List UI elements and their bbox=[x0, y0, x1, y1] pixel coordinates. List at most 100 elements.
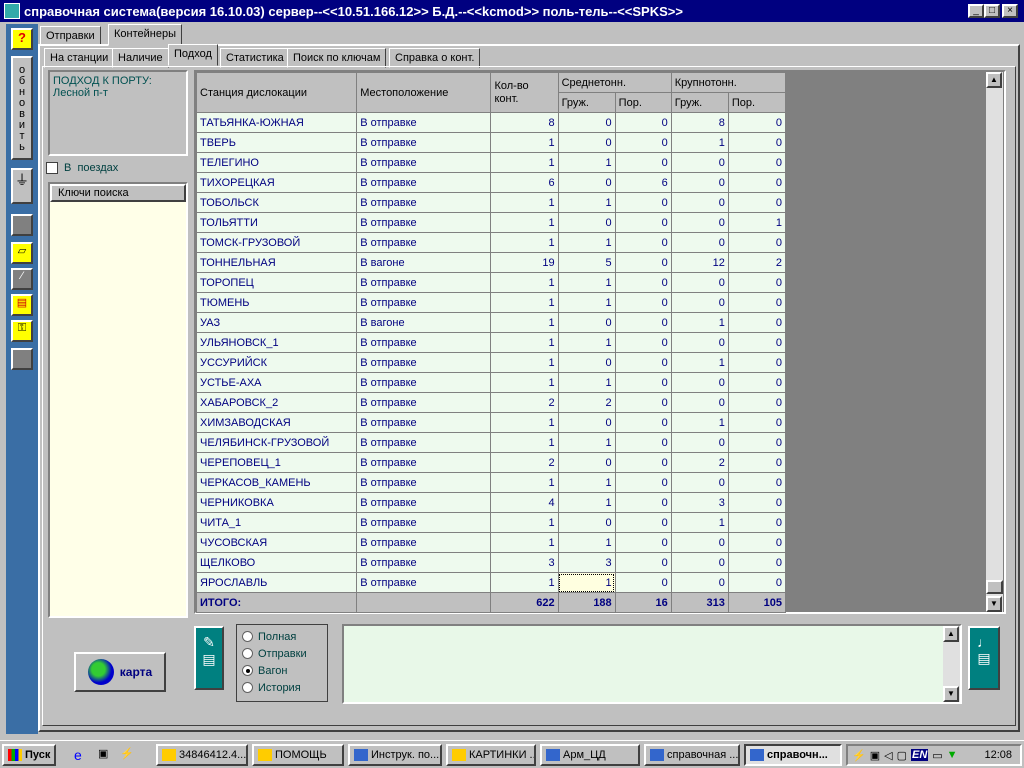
table-row[interactable]: ЧЕРЕПОВЕЦ_1 В отправке 2 0 0 2 0 bbox=[195, 452, 787, 473]
cell-medium-empty[interactable]: 0 bbox=[614, 572, 672, 593]
cell-station[interactable]: УАЗ bbox=[195, 312, 358, 333]
cell-medium-empty[interactable]: 0 bbox=[614, 232, 672, 253]
cell-station[interactable]: УЛЬЯНОВСК_1 bbox=[195, 332, 358, 353]
cell-medium-loaded[interactable]: 1 bbox=[557, 492, 616, 513]
blank-button-2[interactable] bbox=[11, 348, 33, 370]
taskbar-button[interactable]: ПОМОЩЬ bbox=[252, 744, 344, 766]
cell-location[interactable]: В отправке bbox=[356, 132, 492, 153]
cell-station[interactable]: ТВЕРЬ bbox=[195, 132, 358, 153]
scroll-thumb[interactable] bbox=[986, 580, 1003, 594]
cell-count[interactable]: 1 bbox=[490, 372, 559, 393]
cell-large-empty[interactable]: 0 bbox=[727, 152, 787, 173]
cell-station[interactable]: ТОБОЛЬСК bbox=[195, 192, 358, 213]
cell-medium-loaded[interactable]: 0 bbox=[557, 212, 616, 233]
cell-count[interactable]: 1 bbox=[490, 312, 559, 333]
cell-large-loaded[interactable]: 1 bbox=[670, 132, 729, 153]
cell-medium-loaded[interactable]: 1 bbox=[557, 332, 616, 353]
cell-location[interactable]: В отправке bbox=[356, 572, 492, 593]
cell-large-loaded[interactable]: 3 bbox=[670, 492, 729, 513]
cell-large-empty[interactable]: 0 bbox=[727, 192, 787, 213]
cell-large-empty[interactable]: 0 bbox=[727, 352, 787, 373]
cell-large-loaded[interactable]: 0 bbox=[670, 152, 729, 173]
col-medium-loaded[interactable]: Груж. bbox=[557, 92, 616, 113]
cell-count[interactable]: 1 bbox=[490, 432, 559, 453]
cell-medium-loaded[interactable]: 1 bbox=[557, 232, 616, 253]
cell-medium-empty[interactable]: 0 bbox=[614, 272, 672, 293]
cell-location[interactable]: В отправке bbox=[356, 152, 492, 173]
cell-medium-empty[interactable]: 0 bbox=[614, 492, 672, 513]
scroll-up-icon[interactable]: ▲ bbox=[986, 72, 1002, 88]
cell-station[interactable]: ЧЕРЕПОВЕЦ_1 bbox=[195, 452, 358, 473]
cell-count[interactable]: 19 bbox=[490, 252, 559, 273]
radio-icon[interactable] bbox=[242, 631, 253, 642]
cell-medium-loaded[interactable]: 5 bbox=[557, 252, 616, 273]
table-row[interactable]: ТВЕРЬ В отправке 1 0 0 1 0 bbox=[195, 132, 787, 153]
cell-location[interactable]: В отправке bbox=[356, 372, 492, 393]
taskbar-button[interactable]: КАРТИНКИ ... bbox=[446, 744, 536, 766]
col-large-loaded[interactable]: Груж. bbox=[670, 92, 729, 113]
cell-large-loaded[interactable]: 0 bbox=[670, 172, 729, 193]
taskbar-button[interactable]: Арм_ЦД bbox=[540, 744, 640, 766]
cell-large-loaded[interactable]: 0 bbox=[670, 292, 729, 313]
cell-medium-loaded[interactable]: 1 bbox=[557, 572, 616, 593]
volume-icon[interactable]: ◁ bbox=[884, 749, 892, 762]
tab-at-station[interactable]: На станции bbox=[44, 48, 115, 68]
cell-large-empty[interactable]: 0 bbox=[727, 492, 787, 513]
tab-statistics[interactable]: Статистика bbox=[220, 48, 290, 68]
tab-approach[interactable]: Подход bbox=[168, 44, 218, 66]
col-medium-empty[interactable]: Пор. bbox=[614, 92, 672, 113]
cell-medium-loaded[interactable]: 1 bbox=[557, 152, 616, 173]
cell-medium-loaded[interactable]: 0 bbox=[557, 132, 616, 153]
cell-medium-empty[interactable]: 0 bbox=[614, 312, 672, 333]
memo-scroll-down-icon[interactable]: ▼ bbox=[943, 686, 959, 702]
cell-count[interactable]: 1 bbox=[490, 272, 559, 293]
cell-medium-empty[interactable]: 0 bbox=[614, 332, 672, 353]
cell-location[interactable]: В отправке bbox=[356, 512, 492, 533]
checkbox-box[interactable] bbox=[46, 162, 58, 174]
cell-station[interactable]: УССУРИЙСК bbox=[195, 352, 358, 373]
cell-large-loaded[interactable]: 0 bbox=[670, 432, 729, 453]
scroll-down-icon[interactable]: ▼ bbox=[986, 596, 1002, 612]
cell-count[interactable]: 1 bbox=[490, 292, 559, 313]
cell-large-empty[interactable]: 0 bbox=[727, 512, 787, 533]
cell-large-empty[interactable]: 0 bbox=[727, 392, 787, 413]
eraser-icon[interactable]: ▱ bbox=[11, 242, 33, 264]
table-row[interactable]: ЧИТА_1 В отправке 1 0 0 1 0 bbox=[195, 512, 787, 533]
tab-availability[interactable]: Наличие bbox=[112, 48, 169, 68]
cell-medium-loaded[interactable]: 0 bbox=[557, 112, 616, 133]
cell-large-loaded[interactable]: 1 bbox=[670, 352, 729, 373]
cell-medium-empty[interactable]: 0 bbox=[614, 292, 672, 313]
refresh-button[interactable]: обновить bbox=[11, 56, 33, 160]
cell-medium-empty[interactable]: 0 bbox=[614, 112, 672, 133]
cell-large-empty[interactable]: 0 bbox=[727, 112, 787, 133]
cell-count[interactable]: 1 bbox=[490, 192, 559, 213]
memo-scroll-up-icon[interactable]: ▲ bbox=[943, 626, 959, 642]
cell-medium-loaded[interactable]: 1 bbox=[557, 532, 616, 553]
cell-location[interactable]: В отправке bbox=[356, 432, 492, 453]
cell-medium-empty[interactable]: 0 bbox=[614, 452, 672, 473]
table-row[interactable]: ТИХОРЕЦКАЯ В отправке 6 0 6 0 0 bbox=[195, 172, 787, 193]
cell-count[interactable]: 3 bbox=[490, 552, 559, 573]
cell-large-empty[interactable]: 0 bbox=[727, 272, 787, 293]
table-row[interactable]: ТОМСК-ГРУЗОВОЙ В отправке 1 1 0 0 0 bbox=[195, 232, 787, 253]
cell-station[interactable]: ТОННЕЛЬНАЯ bbox=[195, 252, 358, 273]
cell-large-loaded[interactable]: 1 bbox=[670, 412, 729, 433]
cell-medium-empty[interactable]: 0 bbox=[614, 192, 672, 213]
cell-large-empty[interactable]: 0 bbox=[727, 292, 787, 313]
channel-icon[interactable]: ⚡ bbox=[120, 747, 134, 760]
cell-location[interactable]: В отправке bbox=[356, 192, 492, 213]
cell-station[interactable]: ХАБАРОВСК_2 bbox=[195, 392, 358, 413]
cell-large-empty[interactable]: 0 bbox=[727, 132, 787, 153]
cell-count[interactable]: 1 bbox=[490, 152, 559, 173]
cell-medium-loaded[interactable]: 0 bbox=[557, 452, 616, 473]
curve-icon[interactable]: ⁄ bbox=[11, 268, 33, 290]
cell-medium-empty[interactable]: 0 bbox=[614, 432, 672, 453]
cell-station[interactable]: ТЮМЕНЬ bbox=[195, 292, 358, 313]
mode-radio-1[interactable]: Отправки bbox=[242, 645, 322, 662]
cell-medium-empty[interactable]: 0 bbox=[614, 532, 672, 553]
cell-station[interactable]: ТЕЛЕГИНО bbox=[195, 152, 358, 173]
col-medium[interactable]: Среднетонн. bbox=[557, 72, 672, 93]
cell-large-loaded[interactable]: 8 bbox=[670, 112, 729, 133]
cell-large-loaded[interactable]: 0 bbox=[670, 392, 729, 413]
cell-medium-loaded[interactable]: 0 bbox=[557, 412, 616, 433]
